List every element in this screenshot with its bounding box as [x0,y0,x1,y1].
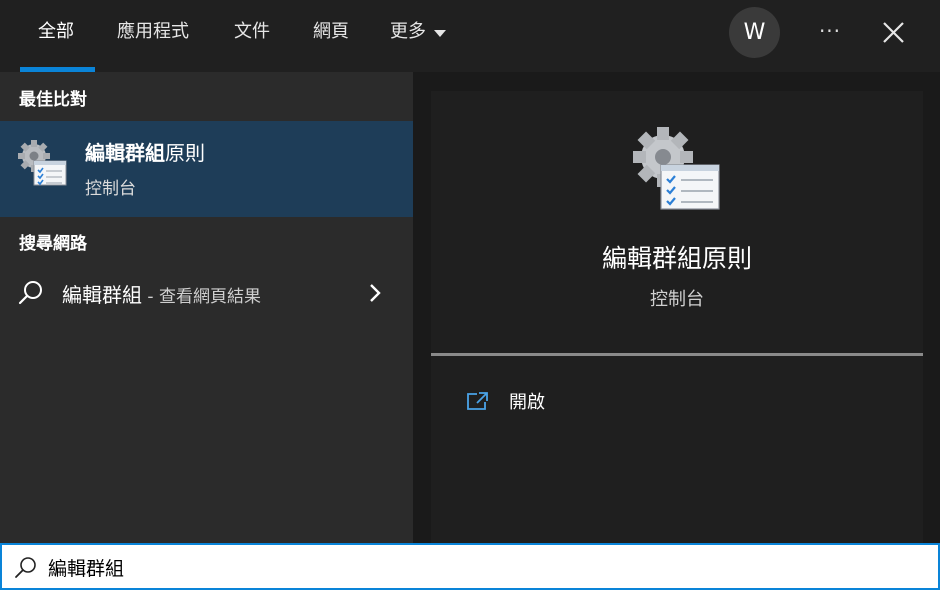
tab-apps[interactable]: 應用程式 [117,19,189,45]
open-action-label: 開啟 [509,392,545,413]
preview-title: 編輯群組原則 [601,244,752,273]
search-input[interactable] [48,549,908,585]
tab-documents[interactable]: 文件 [234,19,270,45]
tab-web[interactable]: 網頁 [313,19,349,45]
caret-down-icon [434,29,446,37]
best-match-title: 編輯群組原則 [85,137,205,166]
tab-more[interactable]: 更多 [390,19,446,45]
web-result-query: 編輯群組 [62,283,142,307]
results-panel: 最佳比對 編輯群組原則 控制台 搜尋網路 編輯群組 - 查看網頁結果 [0,72,413,543]
web-search-heading: 搜尋網路 [19,234,87,254]
group-policy-gear-icon [18,140,67,186]
preview-divider [431,353,923,356]
best-match-item[interactable]: 編輯群組原則 控制台 [0,121,413,217]
best-match-title-bold: 編輯群組 [85,141,165,165]
group-policy-gear-icon [633,127,720,210]
filter-tabs-bar: 全部 應用程式 文件 網頁 更多 W ··· [0,0,940,72]
best-match-heading: 最佳比對 [19,90,87,110]
web-result-text: 編輯群組 - 查看網頁結果 [62,279,261,308]
tab-more-label: 更多 [390,21,426,42]
preview-subtitle: 控制台 [650,289,704,310]
open-action-button[interactable]: 開啟 [465,381,545,421]
open-external-icon [467,392,488,410]
tab-all[interactable]: 全部 [38,19,74,45]
search-icon [18,281,42,305]
search-box[interactable] [0,543,940,590]
search-icon [15,557,36,578]
chevron-right-icon [370,284,381,302]
close-icon [883,22,904,43]
more-options-button[interactable]: ··· [812,16,848,48]
account-avatar-button[interactable]: W [729,7,780,58]
web-result-item[interactable]: 編輯群組 - 查看網頁結果 [0,272,413,316]
best-match-title-rest: 原則 [165,141,205,165]
best-match-subtitle: 控制台 [85,179,136,199]
close-button[interactable] [876,16,910,50]
preview-card: 編輯群組原則 控制台 開啟 [431,91,923,543]
web-result-suffix: - 查看網頁結果 [142,287,261,307]
preview-panel: 編輯群組原則 控制台 開啟 [413,72,940,543]
search-window: 全部 應用程式 文件 網頁 更多 W ··· 最佳比對 編輯群組原則 控制台 搜… [0,0,940,590]
